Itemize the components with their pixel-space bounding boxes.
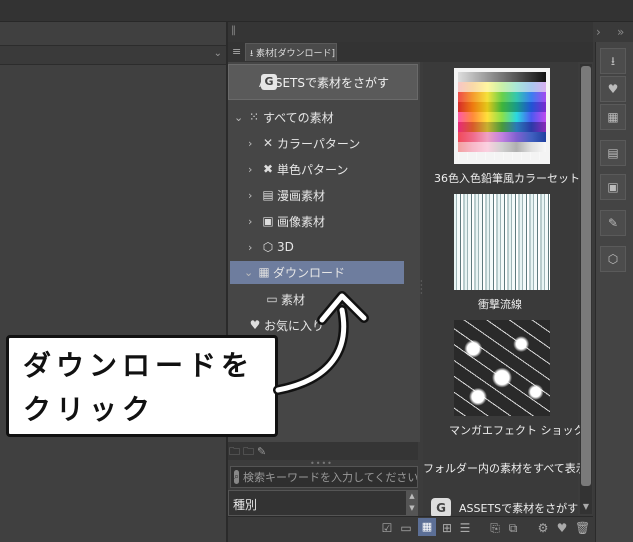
chevron-down-icon[interactable]: ⌄ [234,111,246,124]
heart-icon[interactable]: ♥ [555,520,569,536]
tree-item-label: すべての素材 [263,110,334,125]
material-label: マンガエフェクト ショック [449,424,585,437]
type-select-value: 種別 [233,498,258,512]
trash-icon[interactable]: 🗑 [575,520,590,536]
type-select-scroll[interactable]: ▲ ▼ [406,490,418,516]
copy-folder-icon[interactable]: 🗀 [243,445,257,458]
rail-favorite-icon[interactable]: ♥ [600,76,626,102]
heart-icon: ♥ [249,318,261,332]
color-swatch-grid [458,72,546,160]
tab-label: 素材[ダウンロード] [256,49,336,59]
type-select[interactable]: 種別 [228,490,418,516]
settings-icon[interactable]: ⚙ [536,520,550,536]
manga-material-icon: ▤ [262,188,274,202]
callout-box: ダウンロードを クリック [6,335,278,437]
mono-pattern-icon: ✖ [262,162,274,176]
tree-item-label: ダウンロード [273,265,346,280]
tree-item-label: 3D [277,240,294,254]
rail-material-icon[interactable]: ▦ [600,104,626,130]
chevron-right-icon[interactable]: › [248,241,260,254]
tree-item-download[interactable]: ⌄ ▦ ダウンロード [244,261,345,283]
scrollbar-thumb[interactable] [581,66,591,486]
image-material-icon: ▣ [262,214,274,228]
material-thumbnail[interactable] [454,320,550,416]
tree-item-label: 漫画素材 [277,188,326,203]
cube-icon: ⬡ [262,240,274,254]
collapse-double-icon[interactable]: » [617,25,624,39]
material-thumbnail[interactable] [454,68,550,164]
color-pattern-icon: ✕ [262,136,274,150]
tree-item-manga-material[interactable]: › ▤ 漫画素材 [248,184,325,206]
rail-download-icon[interactable]: ⭳ [600,48,626,74]
chevron-right-icon[interactable]: › [248,189,260,202]
material-label: 36色入色鉛筆風カラーセット [434,172,580,185]
chevron-right-icon[interactable]: › [248,215,260,228]
detail-view-icon[interactable]: ▭ [398,520,414,536]
assets-search-link[interactable]: G ASSETSで素材をさがす [431,498,578,518]
tree-item-3d[interactable]: › ⬡ 3D [248,236,294,258]
scroll-down-icon[interactable]: ▼ [580,502,592,514]
panel-header [228,22,593,42]
tree-item-mono-pattern[interactable]: › ✖ 単色パターン [248,158,348,180]
rail-3d-icon[interactable]: ⬡ [600,246,626,272]
chevron-down-icon[interactable]: ⌄ [214,48,222,59]
menu-icon[interactable]: ≡ [232,45,241,58]
assets-link-label: ASSETSで素材をさがす [459,502,579,515]
edit-folder-icon[interactable]: ✎ [257,445,269,458]
tree-item-label: 単色パターン [277,162,349,177]
search-placeholder: 検索キーワードを入力してください。 [243,471,418,484]
chevron-right-icon[interactable]: › [248,137,260,150]
left-toolbar: ⌄ [0,45,226,65]
material-thumbnail[interactable] [454,194,550,290]
search-icon: ⌕ [234,470,240,484]
assets-logo-icon: G [431,498,451,518]
chevron-right-icon[interactable]: › [248,163,260,176]
collapse-icon[interactable]: › [596,25,601,39]
rail-edit-icon[interactable]: ✎ [600,210,626,236]
top-strip [0,0,633,22]
small-grid-view-icon[interactable]: ⊞ [440,520,454,536]
copy-icon[interactable]: ⧉ [506,520,520,536]
list-view-icon[interactable]: ☰ [458,520,472,536]
callout-arrow [273,291,369,395]
new-folder-icon[interactable]: 🗀 [229,445,243,458]
tree-item-label: カラーパターン [277,136,361,151]
tab-material-download[interactable]: ⭳ 素材[ダウンロード] [245,43,337,61]
search-field[interactable]: ⌕ 検索キーワードを入力してください。 [230,466,418,488]
rail-pattern-icon[interactable]: ▤ [600,140,626,166]
download-folder-icon: ▦ [258,265,270,279]
grid-dots-icon: ⁙ [248,110,260,124]
canvas-area [0,22,226,542]
show-all-materials-link[interactable]: フォルダー内の素材をすべて表示 [423,460,587,476]
grip-icon[interactable]: ‖ [231,25,236,36]
assets-logo-icon: G [261,74,277,90]
tree-item-label: 画像素材 [277,214,326,229]
tree-item-image-material[interactable]: › ▣ 画像素材 [248,210,325,232]
assets-search-button[interactable]: ASSETSで素材をさがす [228,64,418,100]
checkbox-icon[interactable]: ☑ [380,520,394,536]
assets-button-label: ASSETSで素材をさがす [259,75,389,90]
tree-toolbar-icons: 🗀🗀✎ [229,443,269,462]
large-grid-view-icon[interactable]: ▦ [418,518,436,536]
material-label: 衝撃流線 [478,298,522,311]
callout-text: ダウンロードを クリック [23,349,255,426]
chevron-down-icon[interactable]: ⌄ [244,266,256,279]
paste-icon[interactable]: ⎘ [488,520,502,536]
rail-image-icon[interactable]: ▣ [600,174,626,200]
tree-item-all-materials[interactable]: ⌄ ⁙ すべての素材 [234,106,334,128]
tree-item-color-pattern[interactable]: › ✕ カラーパターン [248,132,360,154]
